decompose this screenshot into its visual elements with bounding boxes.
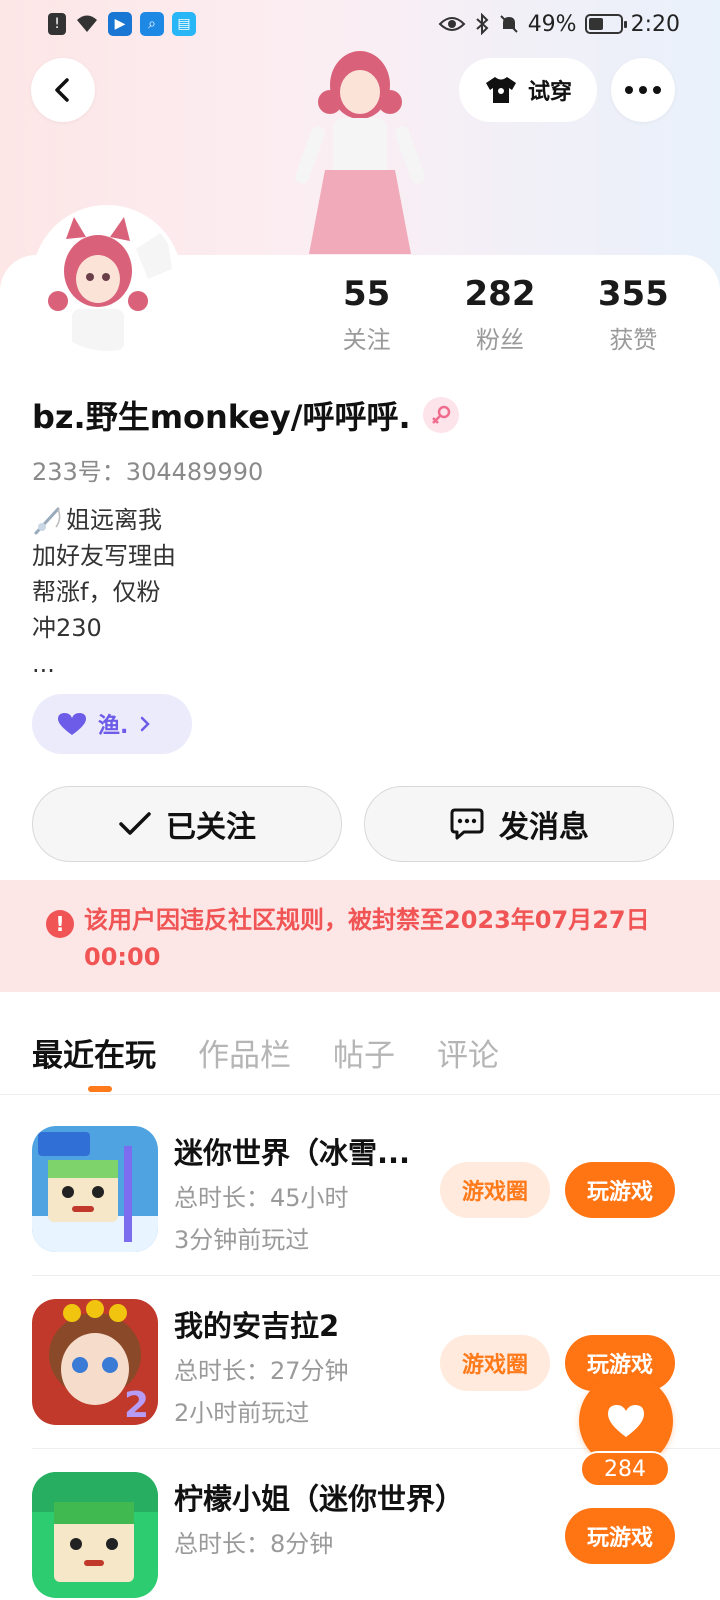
alert-icon: !	[48, 13, 66, 35]
tag-chip[interactable]: 渔.	[32, 694, 192, 754]
bluetooth-icon	[476, 13, 489, 35]
chevron-right-icon	[141, 716, 151, 732]
game-title: 迷你世界（冰雪...	[174, 1136, 411, 1170]
stat-likes[interactable]: 355 获赞	[567, 272, 700, 355]
mute-icon	[499, 15, 518, 33]
game-list-item[interactable]: 柠檬小姐（迷你世界） 总时长：8分钟 玩游戏	[32, 1472, 720, 1600]
stat-label: 关注	[342, 326, 391, 354]
game-duration: 总时长：27分钟	[174, 1357, 349, 1385]
bio-text: 帮涨f，仅粉	[32, 578, 161, 606]
stat-following[interactable]: 55 关注	[300, 272, 433, 355]
like-count: 284	[580, 1451, 670, 1487]
heart-icon	[608, 1405, 644, 1437]
fishing-rod-icon	[34, 507, 61, 535]
try-on-label: 试穿	[527, 80, 572, 105]
game-circle-button[interactable]: 游戏圈	[440, 1335, 550, 1391]
stat-value: 355	[597, 274, 669, 314]
game-title: 柠檬小姐（迷你世界）	[174, 1482, 465, 1516]
following-button[interactable]: 已关注	[32, 786, 342, 862]
stat-label: 获赞	[609, 326, 658, 354]
tag-label: 渔.	[98, 714, 129, 739]
app-icon-blue: ▶	[108, 12, 132, 36]
active-tab-indicator	[88, 1086, 112, 1092]
more-dots-icon	[625, 86, 661, 94]
divider	[32, 1275, 720, 1276]
message-label: 发消息	[499, 810, 589, 845]
user-id: 233号：304489990	[32, 458, 264, 486]
game-duration: 总时长：8分钟	[174, 1530, 334, 1558]
game-last-played: 2小时前玩过	[174, 1399, 310, 1427]
divider	[0, 1094, 720, 1095]
wifi-icon	[77, 15, 97, 32]
game-icon	[32, 1472, 158, 1598]
username-row: bz.野生monkey/呼呼呼.	[32, 392, 459, 438]
game-title: 我的安吉拉2	[174, 1309, 340, 1343]
stat-label: 粉丝	[475, 326, 524, 354]
status-bar-left: ! ▶ ⌕ ▤	[48, 12, 196, 36]
tab-comments[interactable]: 评论	[437, 1030, 499, 1075]
reader-app-icon: ▤	[172, 12, 196, 36]
status-bar-right: 49% 2:20	[438, 12, 680, 37]
game-icon: 2	[32, 1299, 158, 1425]
username: bz.野生monkey/呼呼呼.	[32, 398, 411, 436]
checkmark-icon	[119, 812, 151, 835]
stat-value: 282	[464, 274, 536, 314]
message-button[interactable]: 发消息	[364, 786, 674, 862]
tab-recently-played[interactable]: 最近在玩	[32, 1030, 156, 1075]
bio-text: 姐远离我	[66, 506, 162, 534]
ban-notice: ! 该用户因违反社区规则，被封禁至2023年07月27日 00:00	[0, 880, 720, 992]
avatar[interactable]	[32, 205, 182, 355]
battery-fill	[588, 18, 604, 30]
stat-value: 55	[343, 274, 391, 314]
avatar-figure-image	[295, 51, 425, 254]
game-list-item[interactable]: 迷你世界（冰雪... 总时长：45小时 3分钟前玩过 游戏圈 玩游戏	[32, 1126, 720, 1298]
profile-stats: 55 关注 282 粉丝 355 获赞	[300, 272, 700, 355]
tab-works[interactable]: 作品栏	[198, 1030, 291, 1075]
back-button[interactable]	[31, 58, 95, 122]
eye-icon	[438, 17, 466, 31]
play-game-button[interactable]: 玩游戏	[565, 1508, 675, 1564]
bio-text: 冲230	[32, 614, 102, 642]
warning-icon: !	[46, 910, 74, 938]
ban-notice-text: 该用户因违反社区规则，被封禁至2023年07月27日 00:00	[84, 906, 650, 971]
tshirt-icon	[485, 77, 516, 103]
following-label: 已关注	[166, 810, 256, 845]
game-duration: 总时长：45小时	[174, 1184, 349, 1212]
female-icon	[422, 397, 459, 433]
avatar-image	[36, 209, 178, 351]
battery-icon	[584, 14, 627, 34]
search-app-icon: ⌕	[140, 12, 164, 36]
game-circle-button[interactable]: 游戏圈	[440, 1162, 550, 1218]
game-last-played: 3分钟前玩过	[174, 1226, 310, 1254]
svg-text:2: 2	[124, 1385, 149, 1425]
profile-tabs: 最近在玩 作品栏 帖子 评论	[32, 1030, 499, 1075]
bio-text: 加好友写理由	[32, 542, 176, 570]
battery-percent: 49%	[527, 11, 577, 37]
tab-posts[interactable]: 帖子	[333, 1030, 395, 1075]
chevron-left-icon	[55, 78, 69, 102]
bio-text: ...	[32, 650, 55, 678]
bio-line: 姐远离我	[32, 502, 176, 538]
more-button[interactable]	[611, 58, 675, 122]
clock: 2:20	[630, 11, 680, 37]
stat-followers[interactable]: 282 粉丝	[433, 272, 566, 355]
chat-bubble-icon	[450, 808, 484, 840]
bio: 姐远离我 加好友写理由 帮涨f，仅粉 冲230 ...	[32, 502, 176, 682]
try-on-button[interactable]: 试穿	[459, 58, 597, 122]
game-icon	[32, 1126, 158, 1252]
heart-icon	[58, 713, 86, 735]
play-game-button[interactable]: 玩游戏	[565, 1162, 675, 1218]
